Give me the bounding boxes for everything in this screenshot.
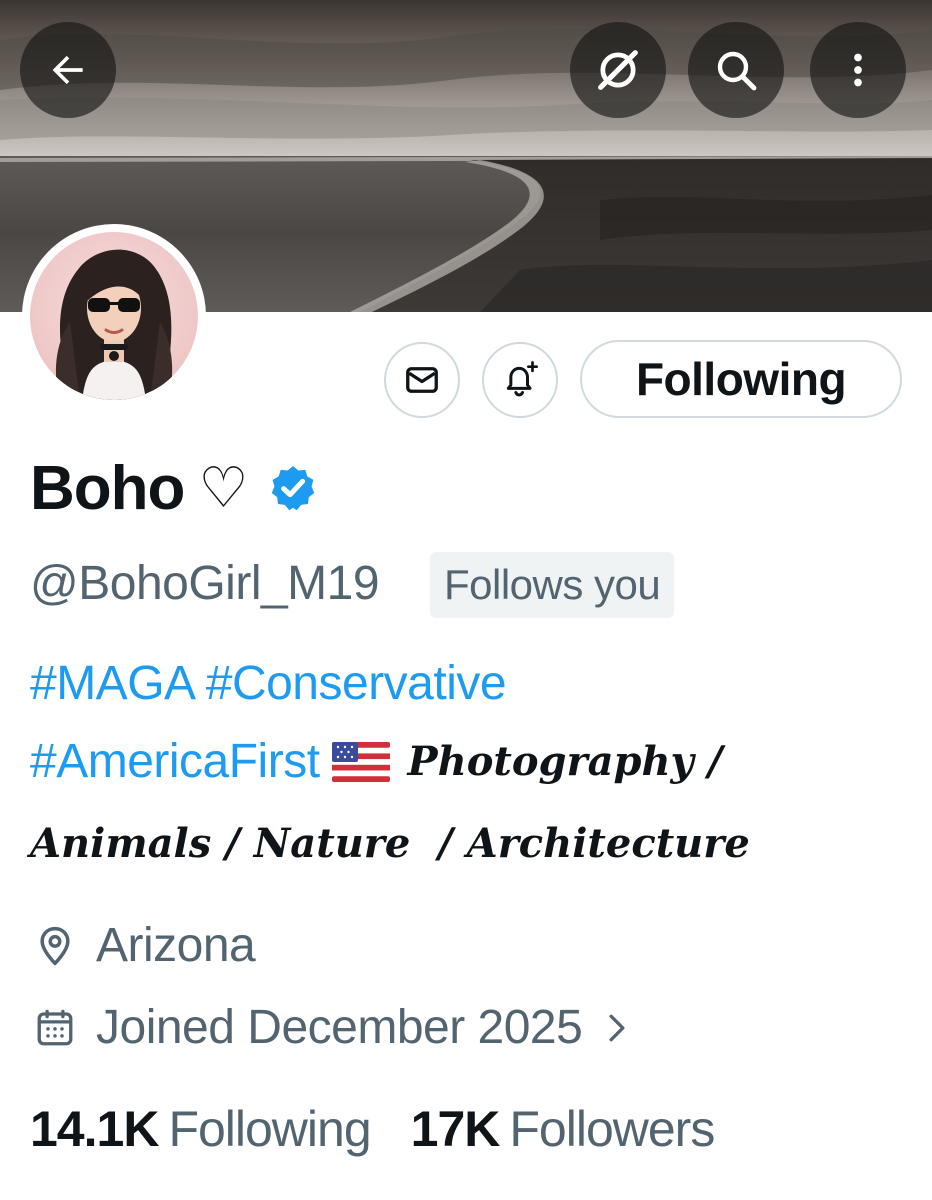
us-flag-icon <box>331 741 390 782</box>
display-name: Boho <box>30 453 185 523</box>
message-button[interactable] <box>384 342 460 418</box>
followers-count: 17K <box>410 1101 501 1157</box>
search-icon <box>717 51 757 91</box>
location-text: Arizona <box>96 919 256 972</box>
avatar-illustration <box>55 249 173 400</box>
envelope-icon <box>406 367 438 393</box>
followers-label: Followers <box>509 1101 715 1157</box>
avatar[interactable] <box>22 224 206 408</box>
following-button[interactable]: Following <box>580 340 902 418</box>
following-count: 14.1K <box>30 1101 159 1157</box>
notifications-button[interactable] <box>482 342 558 418</box>
follows-you-badge: Follows you <box>430 552 675 618</box>
more-button[interactable] <box>810 22 906 118</box>
hashtag-americafirst[interactable]: #AmericaFirst <box>30 734 320 789</box>
location-row: Arizona <box>30 918 256 973</box>
calendar-icon <box>30 1003 80 1053</box>
following-stat[interactable]: 14.1K Following <box>30 1100 372 1158</box>
more-vertical-icon <box>854 53 862 87</box>
followers-stat[interactable]: 17K Followers <box>410 1100 716 1158</box>
hashtag-maga[interactable]: #MAGA <box>30 657 193 710</box>
follow-stats: 14.1K Following 17K Followers <box>30 1100 716 1158</box>
display-name-row: Boho ♡ <box>30 450 318 526</box>
bio-line-3: Animals / Nature / Architecture <box>30 814 750 869</box>
bio-interests-text: Animals / Nature / Architecture <box>30 820 750 867</box>
search-button[interactable] <box>688 22 784 118</box>
verified-badge-icon[interactable] <box>268 463 318 513</box>
arrow-left-icon <box>52 55 83 85</box>
heart-symbol: ♡ <box>198 456 248 519</box>
location-pin-icon <box>30 921 80 971</box>
joined-text: Joined December 2025 <box>96 1001 583 1054</box>
joined-row[interactable]: Joined December 2025 <box>30 1000 632 1055</box>
chevron-right-icon <box>602 1008 632 1048</box>
bell-plus-icon <box>506 361 538 397</box>
bio-photography-text: Photography / <box>407 738 723 785</box>
grok-icon <box>598 50 638 90</box>
hashtag-conservative[interactable]: #Conservative <box>206 657 507 710</box>
back-button[interactable] <box>20 22 116 118</box>
handle: @BohoGirl_M19 <box>30 557 380 610</box>
following-label: Following <box>168 1101 371 1157</box>
bio-line-1: #MAGA #Conservative <box>30 656 507 711</box>
bio-line-2: #AmericaFirst Photography / <box>30 734 722 789</box>
grok-button[interactable] <box>570 22 666 118</box>
